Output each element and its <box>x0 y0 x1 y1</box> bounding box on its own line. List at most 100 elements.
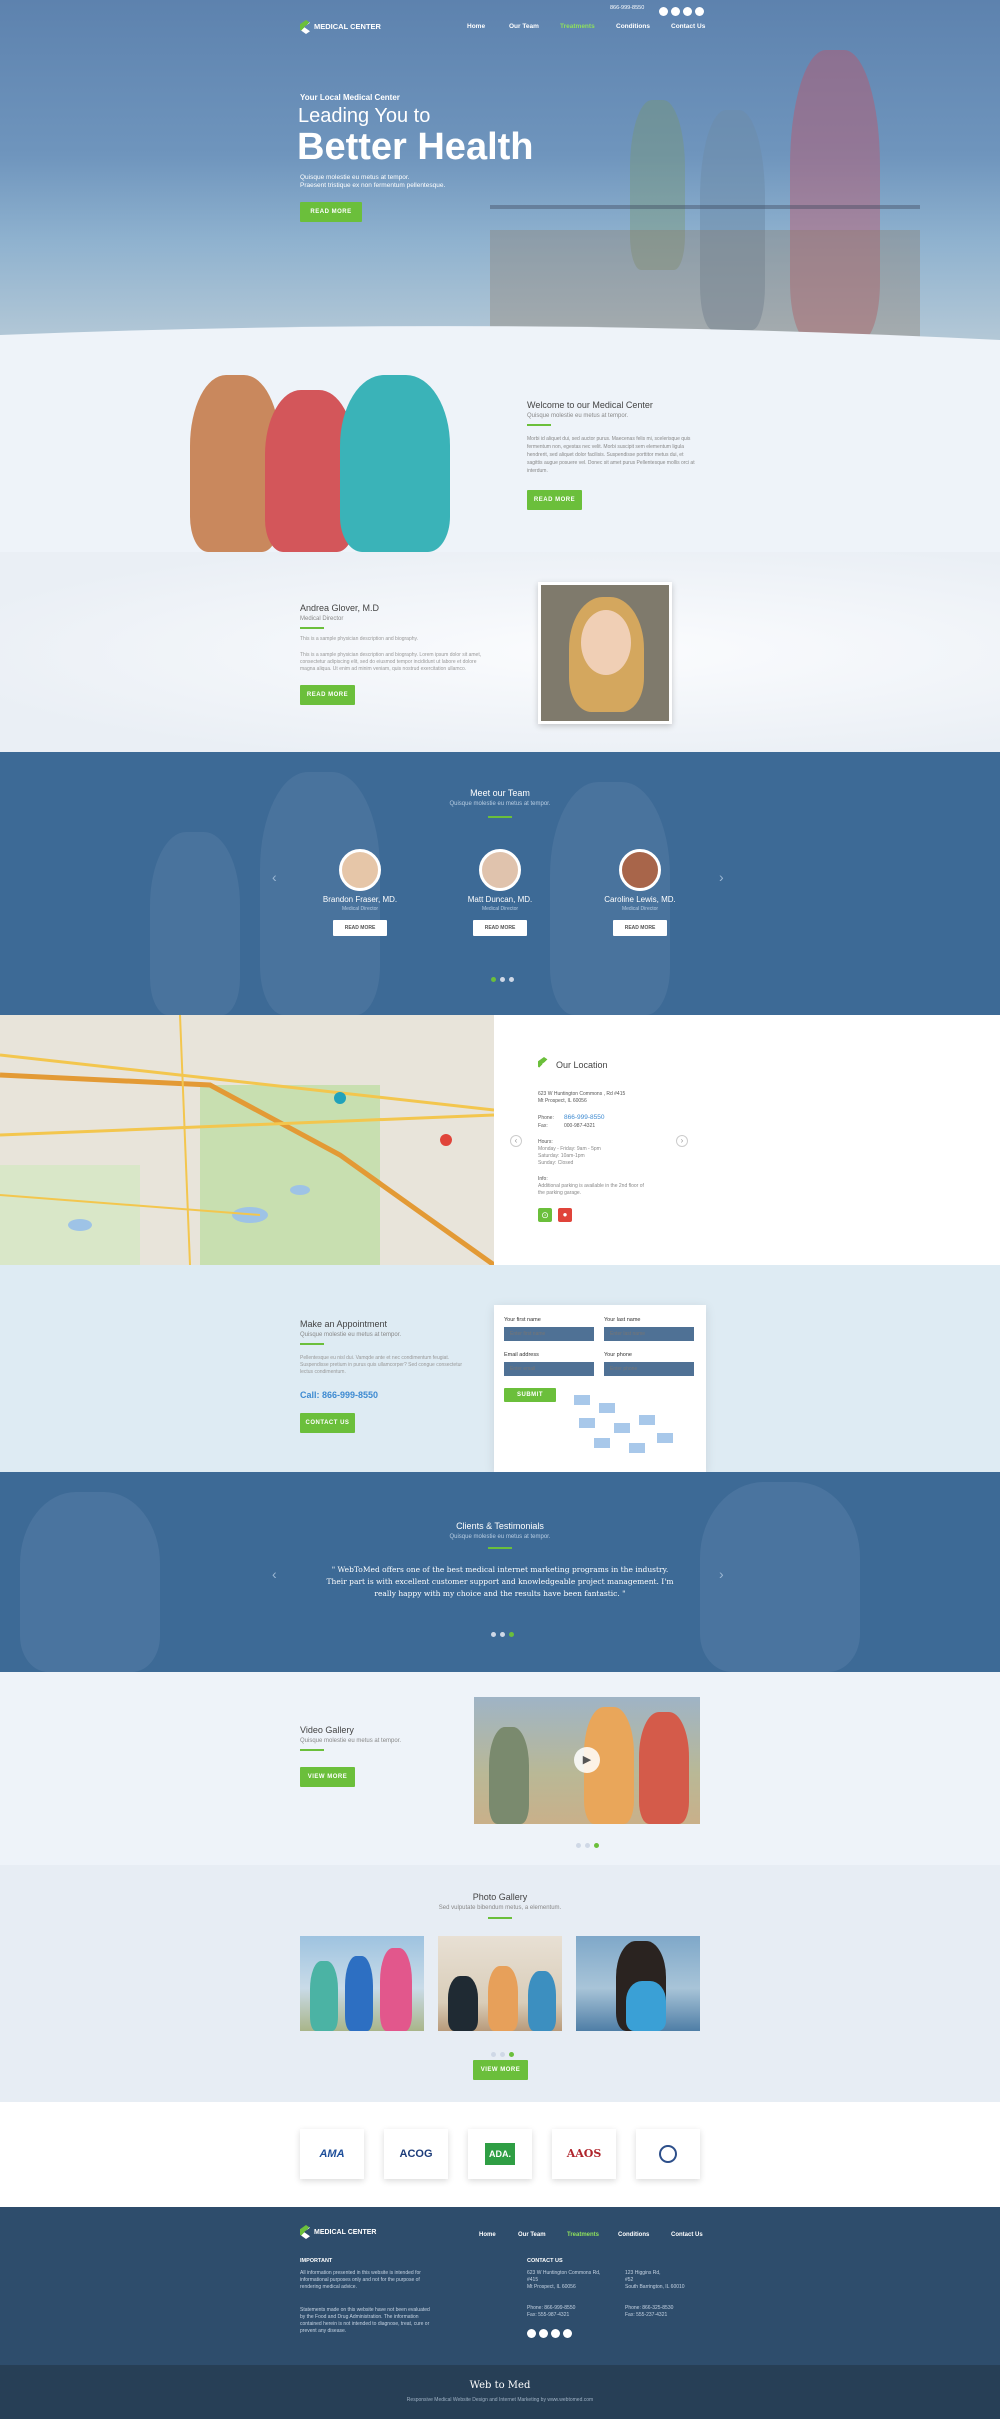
first-name-input[interactable] <box>504 1327 594 1341</box>
divider <box>300 1749 324 1751</box>
last-name-input[interactable] <box>604 1327 694 1341</box>
footer-logo[interactable]: MEDICAL CENTER <box>300 2225 376 2239</box>
hours-line: Monday - Friday: 9am - 5pm <box>538 1146 601 1152</box>
testimonial-slider-dots <box>489 1624 516 1642</box>
submit-button[interactable]: SUBMIT <box>504 1388 556 1402</box>
header-logo[interactable]: MEDICAL CENTER <box>300 20 381 34</box>
location-addr1: 623 W Huntington Commons , Rd #415 <box>538 1091 626 1097</box>
hero-sub1: Quisque molestie eu metus at tempor. <box>300 174 410 181</box>
ama-logo[interactable]: AMA <box>300 2129 364 2179</box>
hours-line: Sunday: Closed <box>538 1160 574 1166</box>
contact-us-button[interactable]: CONTACT US <box>300 1413 355 1433</box>
facebook-icon[interactable] <box>527 2329 536 2338</box>
absm-seal <box>659 2145 677 2164</box>
member-role: Medical Director <box>621 906 659 912</box>
absm-logo[interactable] <box>636 2129 700 2179</box>
member-read-more-button[interactable]: READ MORE <box>613 920 667 936</box>
slider-dot[interactable] <box>509 1632 514 1637</box>
divider <box>300 627 324 629</box>
play-icon[interactable]: ▶ <box>574 1747 600 1773</box>
directions-button[interactable]: ⊙ <box>538 1208 552 1222</box>
twitter-icon[interactable] <box>539 2329 548 2338</box>
location-next-arrow[interactable]: › <box>676 1135 688 1147</box>
footer-fax: Fax: 555-237-4321 <box>625 2312 668 2318</box>
footer-address: #52 <box>625 2277 634 2283</box>
footer-nav-our-team[interactable]: Our Team <box>518 2232 546 2238</box>
video-title: Video Gallery <box>300 1725 354 1735</box>
hero-kicker: Your Local Medical Center <box>300 93 400 102</box>
footer: MEDICAL CENTER Home Our Team Treatments … <box>0 2207 1000 2365</box>
hero-read-more-button[interactable]: READ MORE <box>300 202 362 222</box>
slider-dot[interactable] <box>509 977 514 982</box>
youtube-icon[interactable] <box>695 7 704 16</box>
team-member: Caroline Lewis, MD. Medical Director REA… <box>580 849 700 936</box>
appt-call[interactable]: Call: 866-999-8550 <box>300 1390 378 1400</box>
slider-dot[interactable] <box>500 1632 505 1637</box>
slider-dot[interactable] <box>594 1843 599 1848</box>
member-read-more-button[interactable]: READ MORE <box>333 920 387 936</box>
slider-dot[interactable] <box>500 2052 505 2057</box>
nav-contact-us[interactable]: Contact Us <box>671 23 705 30</box>
director-read-more-button[interactable]: READ MORE <box>300 685 355 705</box>
map-pin-button[interactable]: ● <box>558 1208 572 1222</box>
team-member: Brandon Fraser, MD. Medical Director REA… <box>300 849 420 936</box>
slider-dot[interactable] <box>491 977 496 982</box>
director-section: Andrea Glover, M.D Medical Director This… <box>0 552 1000 752</box>
map-marker-icon[interactable] <box>440 1134 452 1146</box>
video-view-more-button[interactable]: VIEW MORE <box>300 1767 355 1787</box>
divider <box>527 424 551 426</box>
gallery-photo[interactable] <box>576 1936 700 2031</box>
footer-nav-home[interactable]: Home <box>479 2232 496 2238</box>
footer-nav-treatments[interactable]: Treatments <box>567 2232 599 2238</box>
gallery-photo[interactable] <box>438 1936 562 2031</box>
youtube-icon[interactable] <box>563 2329 572 2338</box>
gallery-view-more-button[interactable]: VIEW MORE <box>473 2060 528 2080</box>
bottom-bar: Web to Med Responsive Medical Website De… <box>0 2365 1000 2419</box>
map[interactable] <box>0 1015 494 1265</box>
welcome-read-more-button[interactable]: READ MORE <box>527 490 582 510</box>
location-section: Our Location 623 W Huntington Commons , … <box>0 1015 1000 1265</box>
brand-name: MEDICAL CENTER <box>314 21 381 31</box>
member-role: Medical Director <box>341 906 379 912</box>
google-plus-icon[interactable] <box>683 7 692 16</box>
gallery-photo[interactable] <box>300 1936 424 2031</box>
facebook-icon[interactable] <box>659 7 668 16</box>
member-read-more-button[interactable]: READ MORE <box>473 920 527 936</box>
google-plus-icon[interactable] <box>551 2329 560 2338</box>
webtomed-logo[interactable]: Web to Med <box>0 2380 1000 2391</box>
nav-conditions[interactable]: Conditions <box>616 23 650 30</box>
team-next-arrow[interactable]: › <box>719 869 724 885</box>
slider-dot[interactable] <box>509 2052 514 2057</box>
header-phone[interactable]: 866-999-8550 <box>610 5 644 11</box>
footer-phone[interactable]: Phone: 866-325-8530 <box>625 2305 673 2311</box>
divider <box>488 1547 512 1549</box>
testimonials-sub: Quisque molestie eu metus at tempor. <box>449 1534 551 1540</box>
slider-dot[interactable] <box>500 977 505 982</box>
nav-our-team[interactable]: Our Team <box>509 23 539 30</box>
slider-dot[interactable] <box>576 1843 581 1848</box>
footer-nav-contact-us[interactable]: Contact Us <box>671 2232 703 2238</box>
team-prev-arrow[interactable]: ‹ <box>272 869 277 885</box>
slider-dot[interactable] <box>585 1843 590 1848</box>
location-prev-arrow[interactable]: ‹ <box>510 1135 522 1147</box>
phone-input[interactable] <box>604 1362 694 1376</box>
aaos-logo[interactable]: AAOS <box>552 2129 616 2179</box>
footer-fax: Fax: 555-987-4321 <box>527 2312 570 2318</box>
nav-home[interactable]: Home <box>467 23 485 30</box>
phone-label: Phone: <box>538 1115 554 1121</box>
slider-dot[interactable] <box>491 2052 496 2057</box>
location-phone[interactable]: 866-999-8550 <box>564 1114 604 1121</box>
twitter-icon[interactable] <box>671 7 680 16</box>
appt-title: Make an Appointment <box>300 1319 388 1329</box>
video-player[interactable]: ▶ <box>474 1697 700 1824</box>
footer-nav-conditions[interactable]: Conditions <box>618 2232 649 2238</box>
email-input[interactable] <box>504 1362 594 1376</box>
welcome-title: Welcome to our Medical Center <box>527 400 653 410</box>
ada-logo[interactable]: ADA. <box>468 2129 532 2179</box>
nav-treatments[interactable]: Treatments <box>560 23 595 30</box>
footer-address: 123 Higgins Rd, <box>625 2270 661 2276</box>
map-marker-icon[interactable] <box>334 1092 346 1104</box>
footer-phone[interactable]: Phone: 866-999-8550 <box>527 2305 575 2311</box>
slider-dot[interactable] <box>491 1632 496 1637</box>
acog-logo[interactable]: ACOG <box>384 2129 448 2179</box>
